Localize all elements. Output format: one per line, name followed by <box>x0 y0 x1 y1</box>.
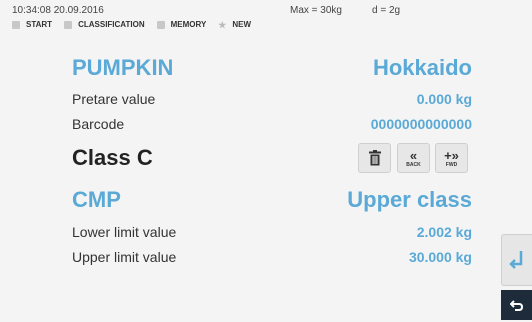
pretare-value: 0.000 kg <box>416 91 472 107</box>
nav-label: MEMORY <box>170 20 207 29</box>
upper-limit-value: 30.000 kg <box>408 249 472 265</box>
memory-icon <box>156 20 165 29</box>
nav-item-memory[interactable]: MEMORY <box>156 20 207 29</box>
barcode-value: 0000000000000 <box>370 116 472 132</box>
max-capacity: Max = 30kg <box>290 5 342 16</box>
nav-item-new[interactable]: ★ NEW <box>218 20 251 29</box>
nav-label: NEW <box>232 20 252 29</box>
enter-icon <box>509 251 523 269</box>
pretare-label: Pretare value <box>72 91 156 107</box>
class-label: Class C <box>72 145 153 170</box>
trash-icon <box>368 150 381 166</box>
datetime: 10:34:08 20.09.2016 <box>12 5 104 16</box>
product-variety: Hokkaido <box>372 55 472 80</box>
back-label: BACK <box>406 161 421 168</box>
barcode-label: Barcode <box>72 116 125 132</box>
star-icon: ★ <box>218 19 227 30</box>
nav-label: START <box>26 20 53 29</box>
back-button[interactable]: « BACK <box>397 143 430 173</box>
delete-button[interactable] <box>358 143 391 173</box>
upper-limit-label: Upper limit value <box>72 249 177 265</box>
classification-icon <box>64 20 73 29</box>
breadcrumb: START CLASSIFICATION MEMORY ★ NEW <box>12 20 263 29</box>
return-button[interactable] <box>501 290 532 320</box>
forward-arrow-icon: +» <box>444 147 459 163</box>
return-icon <box>509 300 523 311</box>
cmp-value: Upper class <box>347 187 472 212</box>
lower-limit-value: 2.002 kg <box>416 224 472 240</box>
nav-item-classification[interactable]: CLASSIFICATION <box>64 20 145 29</box>
cmp-label: CMP <box>72 187 121 212</box>
enter-button[interactable] <box>501 234 532 286</box>
nav-label: CLASSIFICATION <box>78 20 145 29</box>
fwd-label: FWD <box>445 161 458 168</box>
lower-limit-label: Lower limit value <box>72 224 177 240</box>
nav-item-start[interactable]: START <box>12 20 52 29</box>
double-chevron-left-icon: « <box>409 147 418 163</box>
scale-icon <box>12 20 20 29</box>
forward-button[interactable]: +» FWD <box>435 143 468 173</box>
product-name: PUMPKIN <box>72 55 174 80</box>
scale-division: d = 2g <box>372 5 401 16</box>
